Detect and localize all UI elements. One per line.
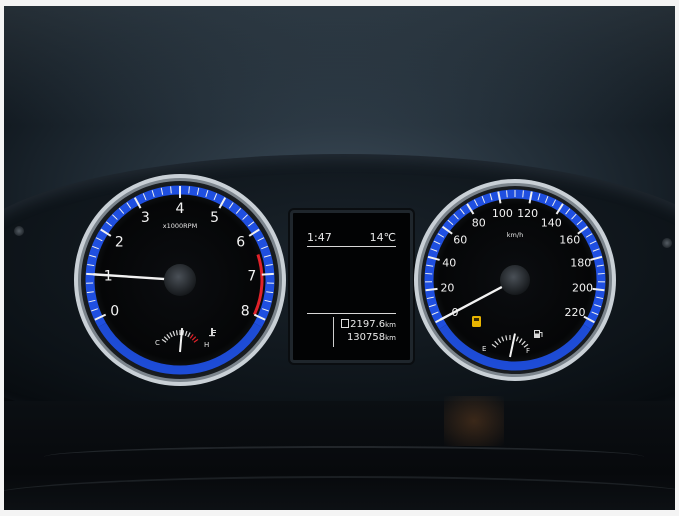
- outside-temperature: 14℃: [369, 231, 396, 244]
- tachometer-scale-label: 8: [241, 303, 250, 319]
- tachometer-scale-label: 3: [141, 210, 150, 226]
- fuel-warning-icon: [472, 316, 481, 327]
- display-divider-bottom: [307, 313, 396, 314]
- odometer: 130758km: [347, 332, 396, 343]
- windshield-reflection: [4, 6, 675, 126]
- right-screw: [662, 238, 672, 248]
- odometer-value: 130758: [346, 332, 386, 343]
- temp-high-label: H: [204, 341, 209, 349]
- tachometer-major-tick: [261, 272, 274, 276]
- speedometer-scale-label: 20: [440, 282, 454, 295]
- fuel-empty-label: E: [482, 345, 486, 353]
- tachometer-scale-label: 6: [236, 234, 245, 250]
- odometer-unit: km: [385, 334, 396, 342]
- speedometer-unit-label: km/h: [507, 231, 523, 239]
- speedometer-major-tick: [425, 287, 438, 292]
- speedometer-scale-label: 140: [541, 216, 562, 229]
- tachometer-scale-label: 0: [110, 303, 119, 319]
- speedometer-minor-tick: [597, 272, 605, 275]
- trip-value: 2197.6: [350, 319, 386, 330]
- display-marker: [333, 317, 334, 347]
- speedometer-scale-label: 220: [565, 306, 586, 319]
- speedometer-scale-label: 160: [559, 234, 580, 247]
- trip-meter: 2197.6km: [341, 319, 396, 330]
- dashboard-trim-line: [4, 476, 675, 510]
- speedometer-scale-label: 120: [517, 207, 538, 220]
- speedometer-minor-tick: [522, 190, 524, 198]
- tachometer-unit-label: x1000RPM: [163, 222, 197, 230]
- tachometer: 012345678 x1000RPM C H: [74, 174, 286, 386]
- tachometer-scale-label: 5: [210, 210, 219, 226]
- speedometer-scale-label: 60: [453, 234, 467, 247]
- speedometer-minor-tick: [425, 272, 433, 275]
- tachometer-minor-tick: [170, 186, 172, 194]
- trip-unit: km: [385, 321, 396, 329]
- tachometer-minor-tick: [188, 186, 190, 194]
- temp-low-label: C: [155, 339, 160, 347]
- speedometer-scale-label: 180: [570, 256, 591, 269]
- tachometer-scale-label: 4: [176, 201, 185, 217]
- multi-info-display: 1:47 14℃ 2197.6km 130758km: [290, 210, 413, 363]
- temp-gauge-tick: [175, 330, 178, 336]
- tachometer-hub: [164, 264, 196, 296]
- trip-icon: [341, 319, 350, 328]
- speedometer-scale-label: 40: [442, 256, 456, 269]
- speedometer-scale-label: 100: [492, 207, 513, 220]
- speedometer-hub: [500, 265, 530, 295]
- speedometer-scale-label: 200: [572, 282, 593, 295]
- tachometer-scale-label: 2: [115, 234, 124, 250]
- clock-readout: 1:47: [307, 231, 332, 244]
- speedometer-scale-label: 80: [472, 216, 486, 229]
- ambient-reflection: [444, 396, 504, 446]
- dashboard-trim-line: [44, 446, 644, 468]
- speedometer-major-tick: [592, 287, 605, 292]
- tachometer-scale-label: 7: [247, 268, 256, 284]
- display-divider-top: [307, 246, 396, 247]
- fuel-full-label: F: [526, 347, 530, 355]
- left-screw: [14, 226, 24, 236]
- speedometer: 020406080100120140160180200220 km/h E F: [414, 179, 616, 381]
- speedometer-minor-tick: [506, 190, 508, 198]
